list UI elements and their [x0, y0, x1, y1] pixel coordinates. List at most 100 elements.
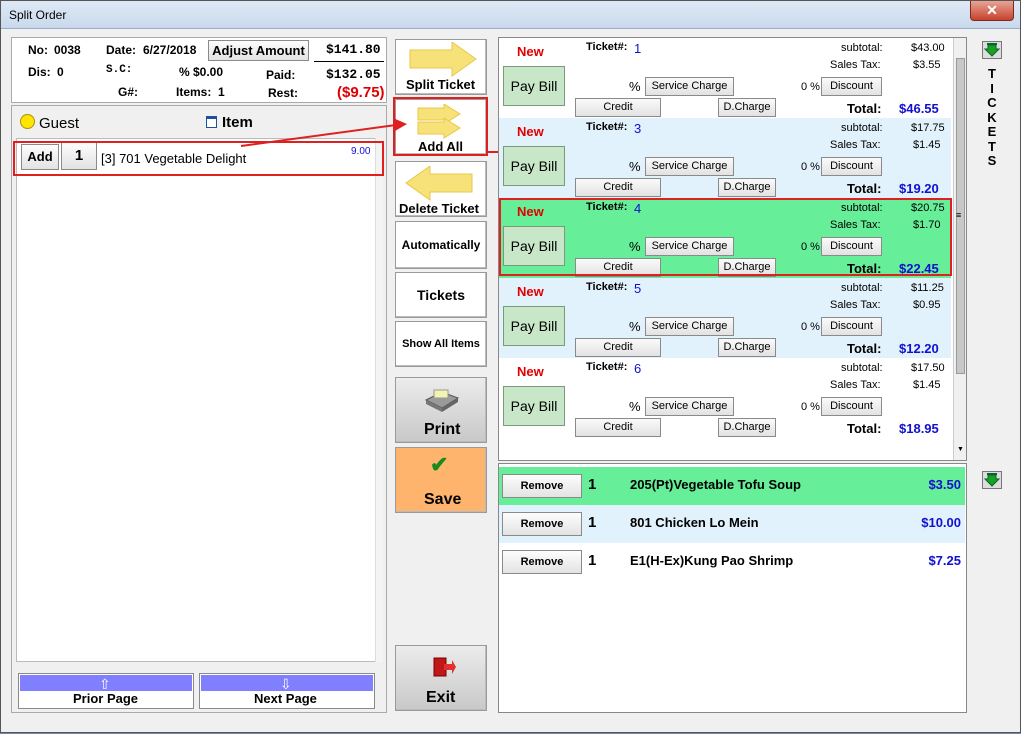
sc-percent: % [179, 65, 190, 79]
ticket-card[interactable]: New Ticket#: 1 subtotal: $43.00 Sales Ta… [499, 38, 951, 118]
show-all-items-button[interactable]: Show All Items [395, 321, 487, 367]
pay-bill-button[interactable]: Pay Bill [503, 146, 565, 186]
service-charge-button[interactable]: Service Charge [645, 317, 734, 336]
checkmark-icon: ✔ [430, 452, 449, 477]
tickets-vertical-letter: K [987, 109, 997, 125]
tickets-button[interactable]: Tickets [395, 272, 487, 318]
ticket-card[interactable]: New Ticket#: 3 subtotal: $17.75 Sales Ta… [499, 118, 951, 198]
ticket-number-label: Ticket#: [586, 121, 628, 133]
arrow-left-icon [405, 166, 473, 201]
pay-bill-button[interactable]: Pay Bill [503, 66, 565, 106]
exit-label: Exit [426, 689, 456, 706]
dis-label: Dis: [28, 65, 51, 79]
credit-button[interactable]: Credit [575, 418, 661, 437]
items-expand-button[interactable] [982, 471, 1002, 489]
ticket-new-label: New [517, 364, 544, 379]
save-button[interactable]: ✔ Save [395, 447, 487, 513]
ticket-percent: % [629, 399, 641, 414]
ticket-total: $19.20 [899, 181, 939, 196]
ticket-tax-label: Sales Tax: [830, 299, 881, 311]
window-title: Split Order [9, 8, 67, 22]
remove-item-button[interactable]: Remove [502, 550, 582, 574]
service-charge-button[interactable]: Service Charge [645, 397, 734, 416]
ticket-item-qty: 1 [588, 514, 597, 531]
discount-button[interactable]: Discount [821, 77, 882, 96]
credit-button[interactable]: Credit [575, 338, 661, 357]
green-arrow-down-icon [983, 473, 1001, 487]
tab-guest[interactable]: Guest [15, 109, 196, 137]
save-label: Save [424, 491, 462, 508]
list-scrollbar[interactable] [375, 138, 383, 662]
tickets-vertical-letter: S [987, 153, 997, 168]
ticket-subtotal: $17.75 [911, 122, 945, 134]
ticket-item-price: $7.25 [928, 553, 961, 568]
service-charge-button[interactable]: Service Charge [645, 77, 734, 96]
exit-button[interactable]: Exit [395, 645, 487, 711]
dcharge-button[interactable]: D.Charge [718, 178, 776, 197]
ticket-total-label: Total: [847, 101, 882, 116]
credit-button[interactable]: Credit [575, 98, 661, 117]
close-button[interactable]: ✕ [970, 1, 1014, 21]
tab-guest-label: Guest [39, 115, 80, 132]
title-bar: Split Order ✕ [1, 1, 1020, 29]
arrow-right-icon [409, 42, 477, 77]
service-charge-button[interactable]: Service Charge [645, 157, 734, 176]
remove-item-button[interactable]: Remove [502, 474, 582, 498]
order-total: $141.80 [326, 42, 381, 57]
add-all-highlight-box [393, 97, 488, 156]
tickets-expand-button[interactable] [982, 41, 1002, 59]
tickets-scrollbar[interactable]: ≡ ▼ [953, 38, 966, 460]
ticket-subtotal: $43.00 [911, 42, 945, 54]
ticket-subtotal-label: subtotal: [841, 42, 883, 54]
ticket-new-label: New [517, 124, 544, 139]
order-summary-panel: No: 0038 Date: 6/27/2018 Adjust Amount $… [11, 37, 387, 103]
discount-button[interactable]: Discount [821, 317, 882, 336]
tickets-vertical-letter: C [987, 95, 997, 110]
ticket-tax: $1.45 [913, 379, 941, 391]
ticket-item-row[interactable]: Remove 1 E1(H-Ex)Kung Pao Shrimp $7.25 [499, 543, 965, 581]
ticket-subtotal: $17.50 [911, 362, 945, 374]
ticket-card[interactable]: New Ticket#: 6 subtotal: $17.50 Sales Ta… [499, 358, 951, 438]
dcharge-button[interactable]: D.Charge [718, 338, 776, 357]
printer-icon [424, 389, 460, 412]
credit-button[interactable]: Credit [575, 178, 661, 197]
pay-bill-button[interactable]: Pay Bill [503, 386, 565, 426]
exit-door-icon [433, 657, 456, 677]
ticket-card[interactable]: New Ticket#: 5 subtotal: $11.25 Sales Ta… [499, 278, 951, 358]
discount-button[interactable]: Discount [821, 397, 882, 416]
delete-ticket-button[interactable]: Delete Ticket [395, 161, 487, 217]
ticket-item-name: 205(Pt)Vegetable Tofu Soup [630, 477, 801, 492]
ticket-tax: $0.95 [913, 299, 941, 311]
split-ticket-button[interactable]: Split Ticket [395, 39, 487, 95]
ticket-total: $12.20 [899, 341, 939, 356]
ticket-item-qty: 1 [588, 476, 597, 493]
ticket-item-row[interactable]: Remove 1 205(Pt)Vegetable Tofu Soup $3.5… [499, 467, 965, 505]
automatically-button[interactable]: Automatically [395, 221, 487, 269]
items-value: 1 [218, 85, 225, 99]
sc-label: S.C: [106, 64, 133, 76]
paid-label: Paid: [266, 68, 296, 82]
ticket-total: $18.95 [899, 421, 939, 436]
smiley-icon [20, 114, 35, 129]
pay-bill-button[interactable]: Pay Bill [503, 306, 565, 346]
ticket-tax-label: Sales Tax: [830, 139, 881, 151]
dcharge-button[interactable]: D.Charge [718, 418, 776, 437]
discount-button[interactable]: Discount [821, 157, 882, 176]
remove-item-button[interactable]: Remove [502, 512, 582, 536]
ticket-item-row[interactable]: Remove 1 801 Chicken Lo Mein $10.00 [499, 505, 965, 543]
next-page-label: Next Page [254, 691, 317, 706]
date-value: 6/27/2018 [143, 43, 197, 57]
discount-percent: 0 % [801, 321, 820, 333]
ticket-new-label: New [517, 284, 544, 299]
prior-page-button[interactable]: ⇧ Prior Page [18, 673, 194, 709]
ticket-subtotal-label: subtotal: [841, 282, 883, 294]
selected-ticket-highlight [499, 198, 952, 276]
print-button[interactable]: Print [395, 377, 487, 443]
tab-item[interactable]: Item [198, 109, 384, 137]
dcharge-button[interactable]: D.Charge [718, 98, 776, 117]
ticket-subtotal-label: subtotal: [841, 122, 883, 134]
discount-percent: 0 % [801, 161, 820, 173]
paid-value: $132.05 [326, 67, 381, 82]
adjust-amount-button[interactable]: Adjust Amount [208, 40, 309, 61]
next-page-button[interactable]: ⇩ Next Page [199, 673, 375, 709]
